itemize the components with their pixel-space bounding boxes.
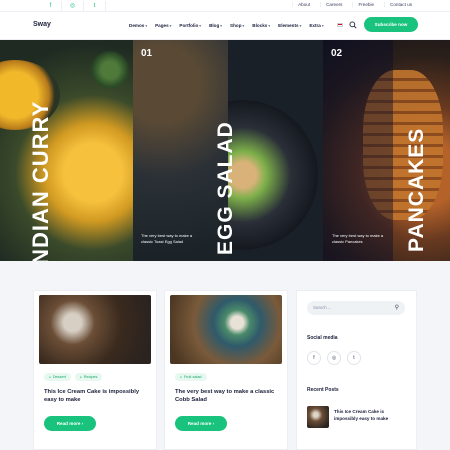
recent-posts-heading: Recent Posts xyxy=(307,387,339,393)
top-link-careers[interactable]: Careers xyxy=(320,2,342,7)
hero-number-02: 02 xyxy=(331,48,343,59)
menu-item-label: Blog xyxy=(209,23,220,28)
chevron-down-icon: ▾ xyxy=(321,24,324,28)
hero-caption-pancakes: The very best way to make a classic Panc… xyxy=(332,233,384,244)
hero-panel-pancakes[interactable] xyxy=(323,40,450,261)
chevron-down-icon: ▾ xyxy=(242,24,245,28)
read-more-button[interactable]: Read more › xyxy=(44,416,96,431)
post-title[interactable]: The very best way to make a classic Cobb… xyxy=(175,388,279,404)
read-more-button[interactable]: Read more › xyxy=(175,416,227,431)
language-flag-icon[interactable] xyxy=(337,23,343,27)
instagram-icon[interactable]: ◎ xyxy=(62,1,84,11)
social-media-heading: Social media xyxy=(307,335,338,341)
hero-title-egg-salad: EGG SALAD xyxy=(214,121,237,255)
chevron-right-icon: › xyxy=(81,421,84,426)
search-icon[interactable]: ⚲ xyxy=(395,304,399,312)
menu-item-label: Extra xyxy=(309,23,321,28)
twitter-icon[interactable]: t xyxy=(347,351,361,365)
recent-post-title[interactable]: This Ice Cream Cake is impossibly easy t… xyxy=(334,408,404,422)
menu-item-label: Elements xyxy=(278,23,299,28)
tag-dessert[interactable]: Dessert xyxy=(44,373,71,381)
hero-panel-curry[interactable] xyxy=(0,40,133,261)
chevron-down-icon: ▾ xyxy=(145,24,148,28)
chevron-down-icon: ▾ xyxy=(299,24,302,28)
read-more-label: Read more xyxy=(187,421,212,426)
hero-caption-egg-salad: The very best way to make a classic Toas… xyxy=(141,233,193,244)
top-links: About Careers Freebie Contact us xyxy=(292,2,412,7)
top-link-about[interactable]: About xyxy=(292,2,310,7)
instagram-icon[interactable]: ◎ xyxy=(327,351,341,365)
post-tags: Fruit salad xyxy=(175,373,207,381)
menu-item-label: Blocks xyxy=(252,23,268,28)
hero-title-curry: INDIAN CURRY xyxy=(28,100,53,261)
menu-item-demos[interactable]: Demos▾ xyxy=(129,23,147,28)
menu-item-label: Shop xyxy=(230,23,242,28)
egg-salad-image xyxy=(228,100,318,250)
search-placeholder: Search ... xyxy=(313,305,332,310)
chevron-down-icon: ▾ xyxy=(169,24,172,28)
hero-title-pancakes: PANCAKES xyxy=(405,127,428,252)
post-image-cobb-salad[interactable] xyxy=(170,295,282,364)
recent-post-thumbnail[interactable] xyxy=(307,406,329,428)
facebook-icon[interactable]: f xyxy=(307,351,321,365)
hero-slider: INDIAN CURRY 01 EGG SALAD The very best … xyxy=(0,40,450,261)
post-title[interactable]: This Ice Cream Cake is impossibly easy t… xyxy=(44,388,148,404)
chevron-down-icon: ▾ xyxy=(268,24,271,28)
pancakes-overlay xyxy=(323,40,393,261)
twitter-icon[interactable]: t xyxy=(84,1,106,11)
menu-item-label: Portfolio xyxy=(179,23,199,28)
top-link-freebie[interactable]: Freebie xyxy=(352,2,374,7)
search-icon[interactable] xyxy=(349,21,357,29)
main-menu: Demos▾ Pages▾ Portfolio▾ Blog▾ Shop▾ Blo… xyxy=(129,23,332,28)
post-card-cobb-salad: Fruit salad The very best way to make a … xyxy=(164,290,288,450)
menu-item-blog[interactable]: Blog▾ xyxy=(209,23,222,28)
tag-fruit-salad[interactable]: Fruit salad xyxy=(175,373,207,381)
post-image-ice-cream[interactable] xyxy=(39,295,151,364)
chevron-down-icon: ▾ xyxy=(199,24,202,28)
post-tags: Dessert Recipes xyxy=(44,373,103,381)
hero-panel-egg-salad[interactable] xyxy=(228,40,323,261)
top-link-contact[interactable]: Contact us xyxy=(384,2,412,7)
top-bar: f ◎ t About Careers Freebie Contact us xyxy=(0,0,450,12)
menu-item-shop[interactable]: Shop▾ xyxy=(230,23,244,28)
menu-item-portfolio[interactable]: Portfolio▾ xyxy=(179,23,201,28)
menu-item-label: Demos xyxy=(129,23,145,28)
chevron-right-icon: › xyxy=(212,421,215,426)
herb-image xyxy=(90,50,130,90)
menu-item-blocks[interactable]: Blocks▾ xyxy=(252,23,270,28)
subscribe-button[interactable]: Subscribe now xyxy=(364,17,418,32)
sidebar-search-input[interactable]: Search ... ⚲ xyxy=(307,301,405,315)
site-logo[interactable]: Sway xyxy=(33,21,51,28)
top-social-links: f ◎ t xyxy=(40,1,106,11)
chevron-down-icon: ▾ xyxy=(220,24,223,28)
hero-number-01: 01 xyxy=(141,48,153,59)
post-card-ice-cream: Dessert Recipes This Ice Cream Cake is i… xyxy=(33,290,157,450)
tag-recipes[interactable]: Recipes xyxy=(74,373,103,381)
menu-item-elements[interactable]: Elements▾ xyxy=(278,23,301,28)
menu-item-label: Pages xyxy=(155,23,169,28)
menu-item-extra[interactable]: Extra▾ xyxy=(309,23,323,28)
sidebar-social-icons: f ◎ t xyxy=(307,351,361,365)
facebook-icon[interactable]: f xyxy=(40,1,62,11)
menu-item-pages[interactable]: Pages▾ xyxy=(155,23,171,28)
sidebar: Search ... ⚲ Social media f ◎ t Recent P… xyxy=(296,290,417,450)
read-more-label: Read more xyxy=(56,421,81,426)
